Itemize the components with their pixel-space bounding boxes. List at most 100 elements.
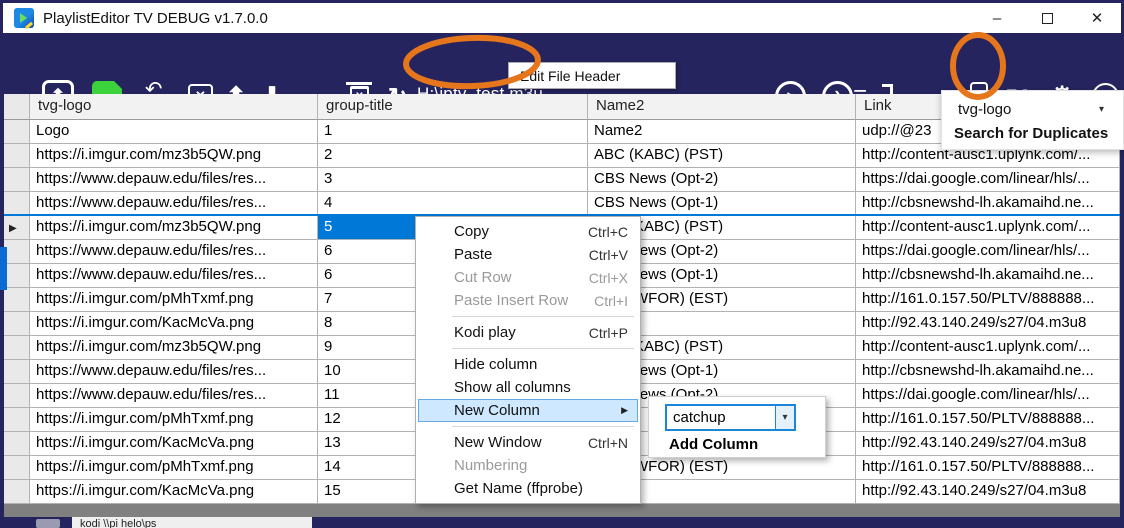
- cell-name2[interactable]: CBS News (Opt-1): [588, 192, 856, 216]
- row-selector[interactable]: [4, 288, 30, 312]
- duplicates-column-combobox[interactable]: tvg-logo ▾: [958, 99, 1108, 119]
- menu-item-paste[interactable]: Paste Ctrl+V: [418, 243, 638, 266]
- menu-item-get-name-ffprobe-[interactable]: Get Name (ffprobe): [418, 477, 638, 500]
- menu-item-show-all-columns[interactable]: Show all columns: [418, 376, 638, 399]
- row-selector[interactable]: [4, 168, 30, 192]
- row-selector[interactable]: [4, 336, 30, 360]
- cell-group-title[interactable]: 2: [318, 144, 588, 168]
- row-selector[interactable]: [4, 192, 30, 216]
- context-menu: Copy Ctrl+C Paste Ctrl+V Cut Row Ctrl+X Paste …: [415, 216, 641, 504]
- menu-item-new-column[interactable]: New Column ▶: [418, 399, 638, 422]
- menu-item-shortcut: Ctrl+I: [594, 292, 628, 309]
- menu-item-kodi-play[interactable]: Kodi play Ctrl+P: [418, 321, 638, 344]
- cell-link[interactable]: http://content-ausc1.uplynk.com/...: [856, 216, 1120, 240]
- row-selector[interactable]: [4, 144, 30, 168]
- cell-link[interactable]: http://cbsnewshd-lh.akamaihd.ne...: [856, 360, 1120, 384]
- cell-name2[interactable]: CBS News (Opt-2): [588, 168, 856, 192]
- cell-group-title[interactable]: 4: [318, 192, 588, 216]
- corner-header[interactable]: [4, 94, 30, 120]
- menu-item-shortcut: Ctrl+C: [587, 223, 628, 240]
- menu-item-label: Get Name (ffprobe): [454, 480, 583, 497]
- cell-link[interactable]: https://dai.google.com/linear/hls/...: [856, 240, 1120, 264]
- title-bar: PlaylistEditor TV DEBUG v1.7.0.0 – ✕: [3, 3, 1121, 33]
- menu-item-shortcut: Ctrl+X: [588, 269, 628, 286]
- new-column-type-combobox[interactable]: catchup ▾: [665, 404, 796, 431]
- cell-link[interactable]: http://content-ausc1.uplynk.com/...: [856, 336, 1120, 360]
- menu-item-shortcut: Ctrl+N: [587, 434, 628, 451]
- cell-tvg-logo[interactable]: https://www.depauw.edu/files/res...: [30, 168, 318, 192]
- cell-tvg-logo[interactable]: https://www.depauw.edu/files/res...: [30, 384, 318, 408]
- cell-tvg-logo[interactable]: https://i.imgur.com/mz3b5QW.png: [30, 216, 318, 240]
- new-column-submenu: catchup ▾ Add Column: [648, 396, 826, 458]
- row-selector[interactable]: [4, 408, 30, 432]
- row-selector[interactable]: ▶: [4, 216, 30, 240]
- menu-item-shortcut: Ctrl+P: [588, 324, 628, 341]
- cell-tvg-logo[interactable]: https://i.imgur.com/mz3b5QW.png: [30, 144, 318, 168]
- cell-tvg-logo[interactable]: https://www.depauw.edu/files/res...: [30, 240, 318, 264]
- column-header-name2[interactable]: Name2: [588, 94, 856, 120]
- cell-tvg-logo[interactable]: https://i.imgur.com/pMhTxmf.png: [30, 288, 318, 312]
- minimize-button[interactable]: –: [987, 8, 1007, 28]
- cell-link[interactable]: https://dai.google.com/linear/hls/...: [856, 168, 1120, 192]
- cell-link[interactable]: https://dai.google.com/linear/hls/...: [856, 384, 1120, 408]
- cell-link[interactable]: http://161.0.157.50/PLTV/888888...: [856, 456, 1120, 480]
- menu-separator: [418, 344, 638, 353]
- menu-item-label: Kodi play: [454, 324, 516, 341]
- menu-item-hide-column[interactable]: Hide column: [418, 353, 638, 376]
- row-selector[interactable]: [4, 360, 30, 384]
- search-duplicates-panel: tvg-logo ▾ Search for Duplicates: [941, 90, 1124, 150]
- cell-link[interactable]: http://161.0.157.50/PLTV/888888...: [856, 288, 1120, 312]
- cell-link[interactable]: http://92.43.140.249/s27/04.m3u8: [856, 480, 1120, 504]
- row-selector[interactable]: [4, 432, 30, 456]
- edit-file-header-tooltip[interactable]: Edit File Header: [508, 62, 676, 89]
- cell-tvg-logo[interactable]: https://i.imgur.com/KacMcVa.png: [30, 312, 318, 336]
- close-button[interactable]: ✕: [1087, 8, 1107, 28]
- cell-tvg-logo[interactable]: https://i.imgur.com/pMhTxmf.png: [30, 456, 318, 480]
- cell-name2[interactable]: Name2: [588, 120, 856, 144]
- row-selector[interactable]: [4, 240, 30, 264]
- menu-item-paste-insert-row: Paste Insert Row Ctrl+I: [418, 289, 638, 312]
- cell-link[interactable]: http://cbsnewshd-lh.akamaihd.ne...: [856, 192, 1120, 216]
- cell-link[interactable]: http://cbsnewshd-lh.akamaihd.ne...: [856, 264, 1120, 288]
- menu-item-new-window[interactable]: New Window Ctrl+N: [418, 431, 638, 454]
- app-icon: [14, 8, 34, 28]
- left-edge-highlight: [0, 247, 7, 290]
- cell-tvg-logo[interactable]: Logo: [30, 120, 318, 144]
- menu-item-copy[interactable]: Copy Ctrl+C: [418, 220, 638, 243]
- cell-name2[interactable]: ABC (KABC) (PST): [588, 144, 856, 168]
- menu-item-label: New Window: [454, 434, 542, 451]
- add-column-button[interactable]: Add Column: [669, 436, 758, 453]
- maximize-button[interactable]: [1037, 8, 1057, 28]
- menu-item-shortcut: Ctrl+V: [588, 246, 628, 263]
- menu-item-label: Cut Row: [454, 269, 512, 286]
- cell-group-title[interactable]: 3: [318, 168, 588, 192]
- row-selector[interactable]: [4, 384, 30, 408]
- cell-tvg-logo[interactable]: https://www.depauw.edu/files/res...: [30, 360, 318, 384]
- combo-dropdown-button[interactable]: ▾: [775, 406, 794, 429]
- status-partial-row: kodi \\pi helo\ps: [72, 517, 312, 528]
- row-selector[interactable]: [4, 480, 30, 504]
- cell-group-title[interactable]: 1: [318, 120, 588, 144]
- cell-tvg-logo[interactable]: https://www.depauw.edu/files/res...: [30, 192, 318, 216]
- row-selector[interactable]: [4, 120, 30, 144]
- menu-item-label: Paste Insert Row: [454, 292, 569, 309]
- cell-link[interactable]: http://161.0.157.50/PLTV/888888...: [856, 408, 1120, 432]
- menu-item-label: Hide column: [454, 356, 538, 373]
- column-header-group-title[interactable]: group-title: [318, 94, 588, 120]
- status-strip: kodi \\pi helo\ps: [0, 517, 1124, 528]
- row-selector[interactable]: [4, 264, 30, 288]
- search-for-duplicates-button[interactable]: Search for Duplicates: [954, 125, 1108, 142]
- column-header-tvg-logo[interactable]: tvg-logo: [30, 94, 318, 120]
- submenu-arrow-icon: ▶: [621, 405, 628, 415]
- row-selector[interactable]: [4, 456, 30, 480]
- cell-tvg-logo[interactable]: https://i.imgur.com/mz3b5QW.png: [30, 336, 318, 360]
- cell-link[interactable]: http://92.43.140.249/s27/04.m3u8: [856, 432, 1120, 456]
- cell-tvg-logo[interactable]: https://i.imgur.com/KacMcVa.png: [30, 480, 318, 504]
- cell-link[interactable]: http://92.43.140.249/s27/04.m3u8: [856, 312, 1120, 336]
- menu-item-cut-row: Cut Row Ctrl+X: [418, 266, 638, 289]
- row-selector[interactable]: [4, 312, 30, 336]
- cell-tvg-logo[interactable]: https://www.depauw.edu/files/res...: [30, 264, 318, 288]
- cell-tvg-logo[interactable]: https://i.imgur.com/pMhTxmf.png: [30, 408, 318, 432]
- cell-tvg-logo[interactable]: https://i.imgur.com/KacMcVa.png: [30, 432, 318, 456]
- menu-item-label: Copy: [454, 223, 490, 240]
